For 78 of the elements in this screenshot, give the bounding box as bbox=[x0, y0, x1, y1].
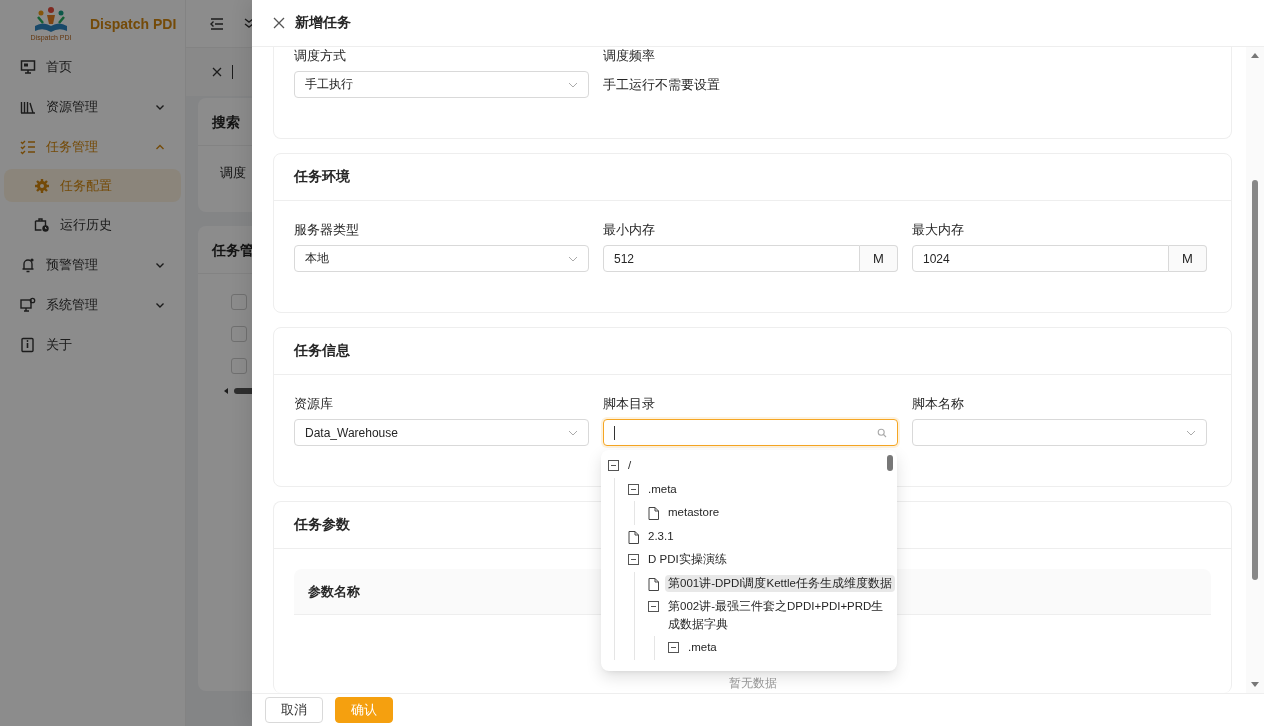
collapse-icon[interactable] bbox=[668, 642, 679, 653]
unit-addon: M bbox=[860, 245, 898, 272]
chevron-down-icon bbox=[155, 301, 165, 309]
chevron-up-icon bbox=[155, 143, 165, 151]
chevron-down-icon bbox=[155, 103, 165, 111]
field-label: 调度频率 bbox=[603, 47, 656, 65]
tree-select-field[interactable] bbox=[603, 419, 898, 446]
cancel-button[interactable]: 取消 bbox=[265, 697, 323, 723]
row-checkbox[interactable] bbox=[231, 294, 247, 310]
books-icon bbox=[20, 99, 36, 115]
scroll-up-icon[interactable] bbox=[1251, 53, 1259, 58]
brand-name: Dispatch PDI bbox=[90, 15, 177, 32]
chevron-down-icon bbox=[568, 81, 578, 88]
collapse-icon[interactable] bbox=[628, 483, 639, 495]
scroll-down-icon[interactable] bbox=[1251, 682, 1259, 687]
section-title: 任务环境 bbox=[274, 154, 1231, 201]
field-label: 服务器类型 bbox=[294, 221, 360, 239]
section-title: 任务信息 bbox=[274, 328, 1231, 375]
sidebar-item[interactable]: 资源管理 bbox=[0, 87, 185, 127]
sidebar-item[interactable]: 预警管理 bbox=[0, 245, 185, 285]
tree-node[interactable]: 第001讲-DPDI调度Kettle任务生成维度数据 bbox=[665, 574, 895, 592]
empty-text: 暂无数据 bbox=[727, 677, 778, 690]
field-label: 脚本目录 bbox=[603, 395, 656, 413]
card-title: 任务管 bbox=[212, 242, 254, 260]
unit-addon: M bbox=[1169, 245, 1207, 272]
briefcase-clock-icon bbox=[34, 216, 50, 233]
input-field[interactable]: 1024 bbox=[912, 245, 1169, 272]
sidebar-item[interactable]: 系统管理 bbox=[0, 285, 185, 325]
tree-node[interactable]: 第002讲-最强三件套之DPDI+PDI+PRD生成数据字典 bbox=[665, 598, 895, 633]
card-title: 搜索 bbox=[212, 114, 240, 132]
monitor-icon bbox=[20, 59, 36, 75]
tree-node[interactable]: .meta bbox=[685, 639, 720, 657]
info-book-icon bbox=[20, 337, 36, 353]
collapse-icon[interactable] bbox=[608, 460, 619, 471]
collapse-icon[interactable] bbox=[648, 601, 659, 612]
row-checkbox[interactable] bbox=[231, 326, 247, 342]
close-icon[interactable] bbox=[273, 17, 285, 29]
search-icon bbox=[877, 427, 887, 438]
field-label: 调度方式 bbox=[294, 47, 347, 65]
file-icon bbox=[628, 530, 639, 544]
scrollbar-thumb[interactable] bbox=[1252, 180, 1258, 580]
field-label: 最小内存 bbox=[603, 221, 656, 239]
drawer-title: 新增任务 bbox=[295, 14, 351, 32]
row-checkbox[interactable] bbox=[231, 358, 247, 374]
chevron-down-icon bbox=[1186, 429, 1196, 436]
select-field[interactable]: Data_Warehouse bbox=[294, 419, 589, 446]
select-field[interactable]: 本地 bbox=[294, 245, 589, 272]
chevron-down-icon bbox=[568, 429, 578, 436]
sidebar-subitem[interactable]: 运行历史 bbox=[4, 208, 181, 241]
sidebar-item[interactable]: 关于 bbox=[0, 325, 185, 365]
column-header: 参数名称 bbox=[308, 582, 360, 601]
computer-gear-icon bbox=[20, 297, 36, 313]
scrollbar-thumb[interactable] bbox=[887, 455, 893, 471]
tree-node[interactable]: D PDI实操演练 bbox=[645, 551, 730, 569]
tree-node[interactable]: / bbox=[625, 457, 635, 475]
tab-divider bbox=[232, 65, 233, 79]
field-label: 脚本名称 bbox=[912, 395, 965, 413]
file-icon bbox=[648, 577, 659, 591]
file-icon bbox=[648, 507, 659, 520]
tree-node[interactable]: 2.3.1 bbox=[645, 527, 677, 545]
input-field[interactable]: 512 bbox=[603, 245, 860, 272]
chevron-down-icon bbox=[568, 255, 578, 262]
field-label: 资源库 bbox=[294, 395, 334, 413]
tree-node[interactable]: metastore bbox=[665, 504, 723, 522]
select-field[interactable]: 手工执行 bbox=[294, 71, 589, 98]
collapse-icon[interactable] bbox=[628, 554, 639, 565]
gear-icon bbox=[34, 177, 50, 194]
checklist-icon bbox=[20, 139, 36, 155]
field-label: 调度 bbox=[220, 164, 246, 182]
indent-icon[interactable] bbox=[210, 17, 224, 30]
chevron-down-icon bbox=[155, 261, 165, 269]
field-value: 手工运行不需要设置 bbox=[603, 76, 721, 94]
tree-node[interactable]: .meta bbox=[645, 480, 680, 498]
sidebar-item[interactable]: 首页 bbox=[0, 47, 185, 87]
close-icon[interactable] bbox=[212, 67, 222, 77]
field-label: 最大内存 bbox=[912, 221, 965, 239]
select-field[interactable] bbox=[912, 419, 1207, 446]
bell-icon bbox=[20, 257, 36, 273]
